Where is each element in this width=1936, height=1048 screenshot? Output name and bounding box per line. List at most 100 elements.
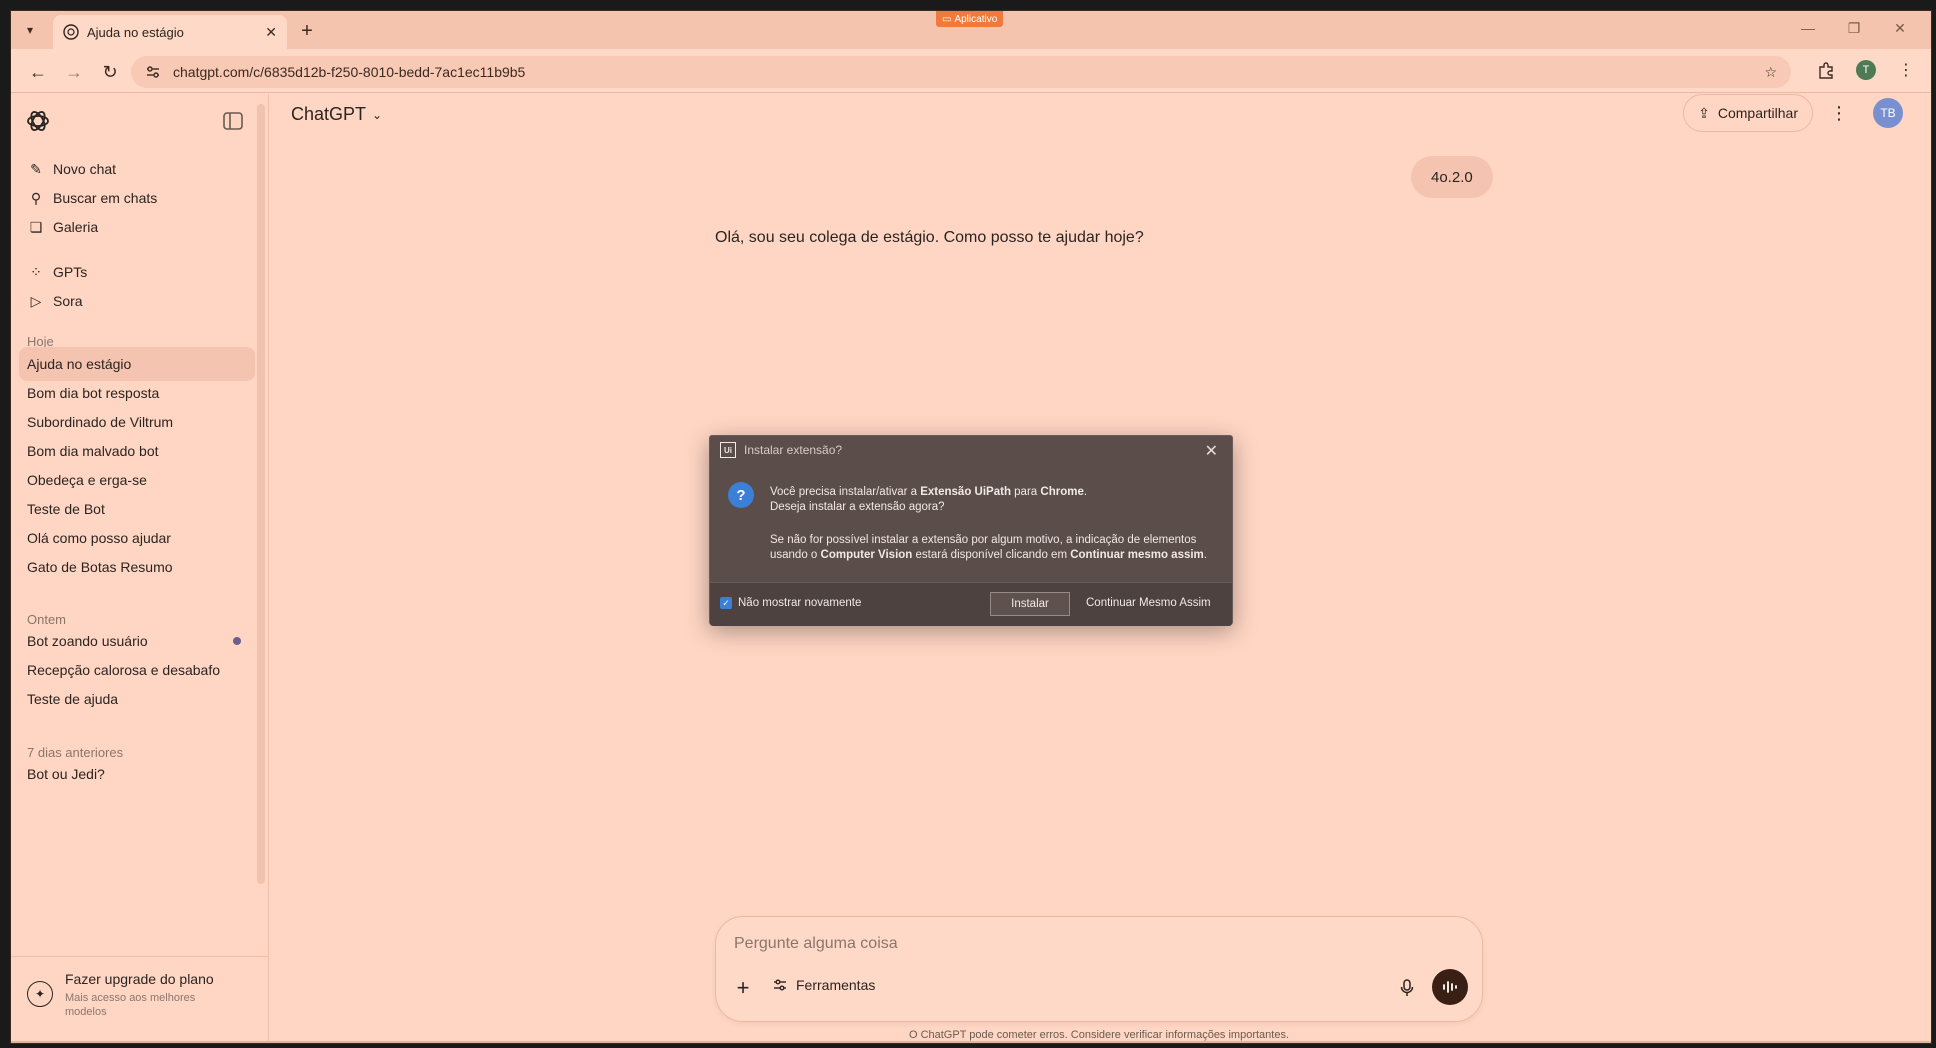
sidebar-header	[25, 108, 245, 138]
question-icon: ?	[728, 482, 754, 508]
profile-avatar: T	[1856, 60, 1876, 80]
uipath-logo-icon: Ui	[720, 442, 736, 458]
sora-icon: ▷	[30, 292, 42, 309]
dont-show-again-checkbox[interactable]: ✓ Não mostrar novamente	[720, 597, 861, 609]
minimize-icon[interactable]: —	[1785, 11, 1831, 45]
gpts-icon: ⁘	[30, 263, 42, 280]
composer[interactable]: Pergunte alguma coisa + Ferramentas	[715, 916, 1483, 1022]
chat-item-label: Teste de ajuda	[27, 691, 119, 707]
sidebar-item-label: GPTs	[53, 264, 88, 280]
chat-item-label: Recepção calorosa e desabafo	[27, 662, 221, 678]
model-selector[interactable]: ChatGPT ⌄	[291, 104, 382, 125]
address-bar[interactable]: chatgpt.com/c/6835d12b-f250-8010-bedd-7a…	[131, 56, 1791, 88]
upgrade-title: Fazer upgrade do plano	[65, 971, 214, 987]
tab-active[interactable]: Ajuda no estágio ✕	[53, 15, 287, 49]
tools-label: Ferramentas	[796, 977, 876, 993]
text-bold: Extensão UiPath	[920, 486, 1011, 498]
chat-item-label: Gato de Botas Resumo	[27, 559, 173, 575]
dialog-close-icon[interactable]: ✕	[1205, 441, 1218, 461]
checkmark-icon: ✓	[720, 597, 732, 609]
arrow-right-icon: →	[65, 61, 83, 82]
install-button[interactable]: Instalar	[990, 592, 1070, 616]
extensions-icon[interactable]	[1813, 57, 1839, 83]
browser-menu-icon[interactable]: ⋮	[1893, 57, 1919, 83]
sidebar-item-galeria[interactable]: ❏ Galeria	[19, 210, 255, 244]
unread-dot	[233, 637, 241, 645]
text-bold: Computer Vision	[820, 549, 913, 561]
reload-icon: ↻	[102, 61, 118, 82]
sidebar-scrollbar[interactable]	[257, 104, 265, 884]
text-bold: Chrome	[1040, 486, 1084, 498]
dialog-footer: ✓ Não mostrar novamente Instalar Continu…	[710, 582, 1232, 626]
tab-close-icon[interactable]: ✕	[265, 24, 277, 41]
text-segment: usando o	[770, 549, 821, 561]
install-extension-dialog: Ui Instalar extensão? ✕ ? Você precisa i…	[709, 435, 1233, 626]
text-bold: Continuar mesmo assim	[1070, 549, 1204, 561]
app-badge: ▭ Aplicativo	[936, 11, 1004, 27]
openai-logo-icon[interactable]	[25, 108, 51, 134]
dialog-message-line4: usando o Computer Vision estará disponív…	[770, 549, 1207, 561]
toolbar: ← → ↻ chatgpt.com/c/6835d12b-f250-8010-b…	[11, 49, 1931, 93]
share-button[interactable]: ⇪ Compartilhar	[1683, 94, 1813, 132]
text-segment: Você precisa instalar/ativar a	[770, 486, 921, 498]
chatgpt-favicon-icon	[63, 24, 79, 40]
app-badge-label: Aplicativo	[954, 13, 998, 25]
text-segment: .	[1203, 549, 1207, 561]
chat-item-label: Olá como posso ajudar	[27, 530, 171, 546]
user-message: 4o.2.0	[1411, 156, 1493, 198]
close-window-icon[interactable]: ✕	[1877, 11, 1923, 45]
chat-item[interactable]: Bot ou Jedi?	[19, 757, 255, 791]
more-options-icon[interactable]: ⋮	[1829, 102, 1849, 124]
chat-item-label: Subordinado de Viltrum	[27, 414, 174, 430]
forward-button[interactable]: →	[61, 59, 87, 85]
restore-icon[interactable]: ❐	[1831, 11, 1877, 45]
chat-item-label: Bom dia bot resposta	[27, 385, 160, 401]
sidebar-item-label: Novo chat	[53, 161, 117, 177]
dialog-message-line3: Se não for possível instalar a extensão …	[770, 534, 1197, 546]
tab-strip: ▾ Ajuda no estágio ✕ + ▭ Aplicativo — ❐ …	[11, 11, 1931, 49]
chevron-down-icon: ⌄	[372, 107, 383, 122]
app-badge-icon: ▭	[942, 13, 952, 25]
assistant-message: Olá, sou seu colega de estágio. Como pos…	[715, 229, 1144, 246]
microphone-icon[interactable]	[1396, 977, 1418, 999]
upgrade-plan-button[interactable]: ✦ Fazer upgrade do plano Mais acesso aos…	[11, 956, 269, 1043]
sidebar-item-label: Buscar em chats	[53, 190, 158, 206]
share-label: Compartilhar	[1717, 105, 1798, 121]
back-button[interactable]: ←	[25, 59, 51, 85]
browser-window: ▾ Ajuda no estágio ✕ + ▭ Aplicativo — ❐ …	[10, 10, 1932, 1044]
upgrade-subtitle: Mais acesso aos melhores modelos	[65, 992, 196, 1018]
add-attachment-icon[interactable]: +	[730, 975, 756, 1001]
chevron-down-icon: ▾	[26, 23, 34, 37]
prompt-input[interactable]: Pergunte alguma coisa	[734, 935, 898, 953]
sidebar: ✎ Novo chat ⚲ Buscar em chats ❏ Galeria …	[11, 94, 269, 1043]
sidebar-item-label: Galeria	[53, 219, 99, 235]
chat-item[interactable]: Teste de ajuda	[19, 682, 255, 716]
sidebar-item-label: Sora	[53, 293, 83, 309]
new-tab-button[interactable]: +	[295, 19, 319, 43]
text-segment: estará disponível clicando em	[912, 549, 1071, 561]
gallery-icon: ❏	[29, 218, 43, 235]
reload-button[interactable]: ↻	[97, 59, 123, 85]
profile-button[interactable]: T	[1853, 57, 1879, 83]
avatar[interactable]: TB	[1873, 98, 1903, 128]
tab-search-button[interactable]: ▾	[17, 17, 43, 43]
continue-anyway-button[interactable]: Continuar Mesmo Assim	[1086, 597, 1211, 609]
model-name: ChatGPT	[291, 104, 367, 124]
chat-item[interactable]: Gato de Botas Resumo	[19, 550, 255, 584]
tools-button[interactable]: Ferramentas	[772, 977, 875, 993]
new-chat-icon: ✎	[30, 160, 42, 177]
disclaimer: O ChatGPT pode cometer erros. Considere …	[908, 1029, 1290, 1041]
dialog-message-line2: Deseja instalar a extensão agora?	[770, 501, 945, 513]
chat-item-label: Bot zoando usuário	[27, 633, 148, 649]
voice-mode-button[interactable]	[1432, 969, 1468, 1005]
arrow-left-icon: ←	[29, 61, 47, 82]
voice-waveform-icon	[1443, 981, 1457, 993]
bookmark-star-icon[interactable]: ☆	[1764, 64, 1777, 81]
text-segment: .	[1083, 486, 1088, 498]
sidebar-item-sora[interactable]: ▷ Sora	[19, 284, 255, 318]
site-settings-icon[interactable]	[145, 64, 161, 80]
chat-item-label: Bom dia malvado bot	[27, 443, 159, 459]
sidebar-toggle-icon[interactable]	[221, 110, 245, 132]
search-icon: ⚲	[30, 189, 42, 206]
dialog-title: Instalar extensão?	[744, 443, 843, 457]
